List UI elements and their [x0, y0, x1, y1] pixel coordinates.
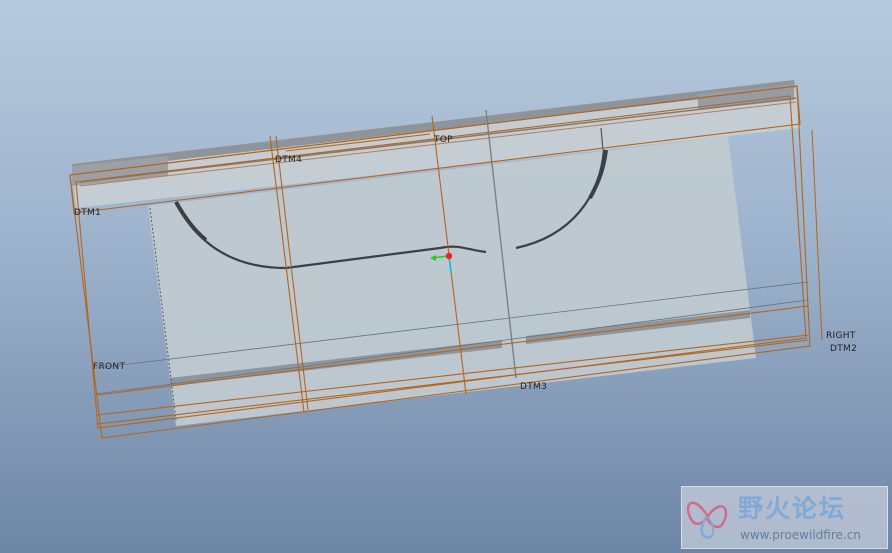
watermark-url: www.proewildfire.cn [740, 528, 861, 542]
datum-label-top[interactable]: TOP [433, 135, 453, 145]
butterfly-logo-icon [686, 501, 728, 540]
datum-label-dtm4[interactable]: DTM4 [275, 155, 302, 165]
datum-plane-right[interactable] [811, 129, 823, 341]
csys-origin-icon [445, 252, 453, 260]
datum-label-right[interactable]: RIGHT [826, 331, 856, 341]
watermark-title: 野火论坛 [738, 494, 847, 523]
datum-label-front[interactable]: FRONT [93, 362, 125, 372]
model-viewport[interactable]: DTM1 DTM4 TOP FRONT RIGHT DTM2 DTM3 野火论坛… [0, 0, 892, 553]
datum-label-dtm1[interactable]: DTM1 [74, 208, 101, 218]
model-canvas[interactable]: DTM1 DTM4 TOP FRONT RIGHT DTM2 DTM3 [0, 0, 892, 553]
datum-label-dtm3[interactable]: DTM3 [520, 382, 547, 392]
watermark: 野火论坛 www.proewildfire.cn [681, 486, 888, 549]
datum-label-dtm2[interactable]: DTM2 [830, 344, 857, 354]
